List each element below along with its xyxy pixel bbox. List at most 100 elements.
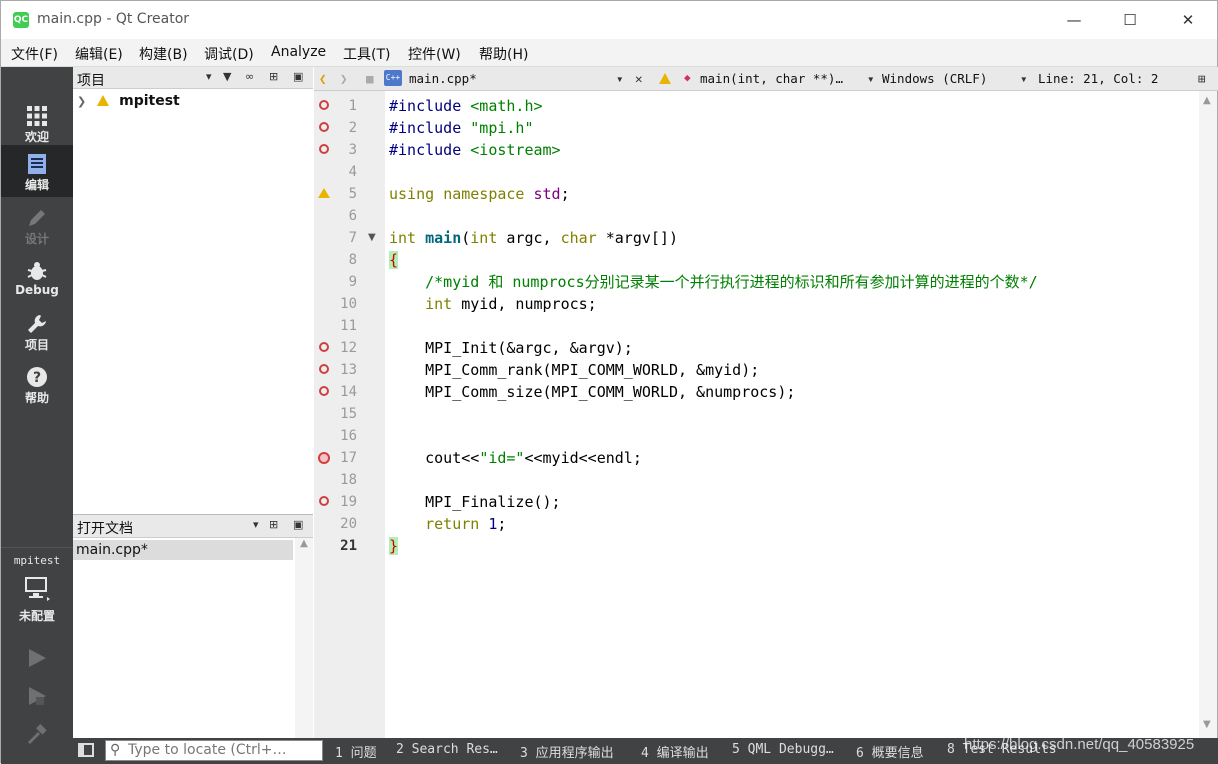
scroll-down-icon[interactable]: ▼ [1203,719,1211,730]
code-line[interactable]: int myid, numprocs; [389,293,597,315]
code-line[interactable]: MPI_Finalize(); [389,491,560,513]
cursor-position[interactable]: Line: 21, Col: 2 [1038,71,1158,86]
edit-icon [28,154,46,174]
code-line[interactable]: return 1; [389,513,506,535]
breakpoint-icon[interactable] [319,386,329,396]
symbol-dropdown-icon[interactable]: ▾ [867,71,875,86]
line-number: 10 [340,296,357,312]
chevron-right-icon[interactable]: ❯ [77,95,86,108]
code-line[interactable]: MPI_Init(&argc, &argv); [389,337,633,359]
editor-toolbar: ❮ ❯ ■ C++ main.cpp* ▾ ✕ ◆ main(int, char… [314,67,1218,91]
line-number: 9 [348,274,357,290]
mode-help[interactable]: ? 帮助 [1,358,73,410]
line-ending-selector[interactable]: Windows (CRLF) [882,71,987,86]
code-line[interactable]: } [389,535,399,557]
locator-input[interactable]: ⚲ Type to locate (Ctrl+… [105,740,323,761]
line-number: 15 [340,406,357,422]
mode-debug[interactable]: Debug [1,252,73,304]
tree-item-mpitest[interactable]: ❯ mpitest [77,93,180,111]
mode-label: 帮助 [24,391,49,405]
breakpoint-icon[interactable] [319,100,329,110]
run-icon[interactable] [26,647,48,669]
kit-selector[interactable] [23,575,51,605]
forward-icon[interactable]: ❯ [340,71,348,86]
split-icon[interactable]: ⊞ [269,518,278,531]
tab-general-messages[interactable]: 6 概要信息 [856,742,924,761]
open-docs-scrollbar[interactable]: ▲ [295,538,313,738]
link-icon[interactable]: ∞ [245,70,254,83]
tab-issues[interactable]: 1 问题 [335,742,377,761]
breakpoint-icon[interactable] [319,122,329,132]
code-line[interactable]: { [389,249,399,271]
close-document-icon[interactable]: ✕ [635,71,643,86]
fold-arrow-icon[interactable]: ▼ [368,232,376,243]
line-number: 11 [340,318,357,334]
mode-design[interactable]: 设计 [1,199,73,251]
cpp-file-icon: C++ [384,70,402,86]
menu-analyze[interactable]: Analyze [271,44,326,60]
open-document-item[interactable]: main.cpp* [73,540,293,560]
code-line[interactable]: MPI_Comm_rank(MPI_COMM_WORLD, &myid); [389,359,759,381]
mode-selector: 欢迎 编辑 设计 Debug 项目 ? 帮助 mpitest 未配置 [1,67,73,764]
menu-edit[interactable]: 编辑(E) [75,44,123,64]
mode-label: Debug [15,283,59,297]
menu-file[interactable]: 文件(F) [11,44,58,64]
code-line[interactable]: /*myid 和 numprocs分别记录某一个并行执行进程的标识和所有参加计算… [389,271,1038,293]
scroll-up-icon[interactable]: ▲ [1203,95,1211,106]
menu-help[interactable]: 帮助(H) [479,44,528,64]
tab-qml-debugger[interactable]: 5 QML Debugg… [732,742,834,757]
menu-build[interactable]: 构建(B) [139,44,188,64]
maximize-button[interactable]: ☐ [1101,1,1159,39]
filter-icon[interactable]: ▼ [223,70,231,83]
breakpoint-active-icon[interactable] [318,452,330,464]
split-icon[interactable]: ⊞ [269,70,278,83]
menu-widgets[interactable]: 控件(W) [408,44,461,64]
line-ending-dropdown-icon[interactable]: ▾ [1020,71,1028,86]
mode-edit[interactable]: 编辑 [1,145,73,197]
code-line[interactable]: cout<<"id="<<myid<<endl; [389,447,642,469]
code-line[interactable]: int main(int argc, char *argv[]) [389,227,678,249]
split-editor-icon[interactable]: ⊞ [1198,71,1206,86]
mode-projects[interactable]: 项目 [1,305,73,357]
toggle-sidebar-icon[interactable] [78,743,94,757]
file-selector[interactable]: main.cpp* [409,71,477,86]
pane-dropdown-icon[interactable]: ▾ [206,70,212,83]
open-documents-title: 打开文档 [77,521,133,537]
breakpoint-icon[interactable] [319,144,329,154]
minimize-button[interactable]: — [1045,1,1103,39]
breakpoint-icon[interactable] [319,342,329,352]
code-line[interactable]: #include "mpi.h" [389,117,534,139]
status-bar: ⚲ Type to locate (Ctrl+… 1 问题 2 Search R… [73,736,1218,764]
line-number-current: 21 [340,538,357,554]
line-number: 16 [340,428,357,444]
breakpoint-icon[interactable] [319,364,329,374]
warning-icon [96,95,109,106]
pane-dropdown-icon[interactable]: ▾ [253,518,259,531]
close-button[interactable]: ✕ [1159,1,1217,39]
close-pane-icon[interactable]: ▣ [293,518,303,531]
code-line[interactable]: #include <math.h> [389,95,543,117]
menu-tools[interactable]: 工具(T) [343,44,390,64]
menu-bar: 文件(F) 编辑(E) 构建(B) 调试(D) Analyze 工具(T) 控件… [1,39,1217,67]
breakpoint-icon[interactable] [319,496,329,506]
back-icon[interactable]: ❮ [319,71,327,86]
menu-debug[interactable]: 调试(D) [204,44,254,64]
svg-text:?: ? [33,370,41,386]
tab-search-results[interactable]: 2 Search Res… [396,742,498,757]
file-dropdown-icon[interactable]: ▾ [616,71,624,86]
symbol-selector[interactable]: main(int, char **)… [700,71,843,86]
tab-compile-output[interactable]: 4 编译输出 [641,742,709,761]
editor-scrollbar[interactable]: ▲ ▼ [1199,91,1217,738]
warning-icon [318,188,330,198]
mode-label: 编辑 [24,178,49,192]
build-hammer-icon[interactable] [26,723,48,745]
tab-application-output[interactable]: 3 应用程序输出 [520,742,614,761]
close-pane-icon[interactable]: ▣ [293,70,303,83]
mode-label: 设计 [24,232,49,246]
debug-run-icon[interactable] [26,685,48,707]
code-line[interactable]: using namespace std; [389,183,570,205]
line-number: 7 [348,230,357,246]
code-line[interactable]: MPI_Comm_size(MPI_COMM_WORLD, &numprocs)… [389,381,795,403]
code-line[interactable]: #include <iostream> [389,139,561,161]
mode-welcome[interactable]: 欢迎 [1,97,73,149]
